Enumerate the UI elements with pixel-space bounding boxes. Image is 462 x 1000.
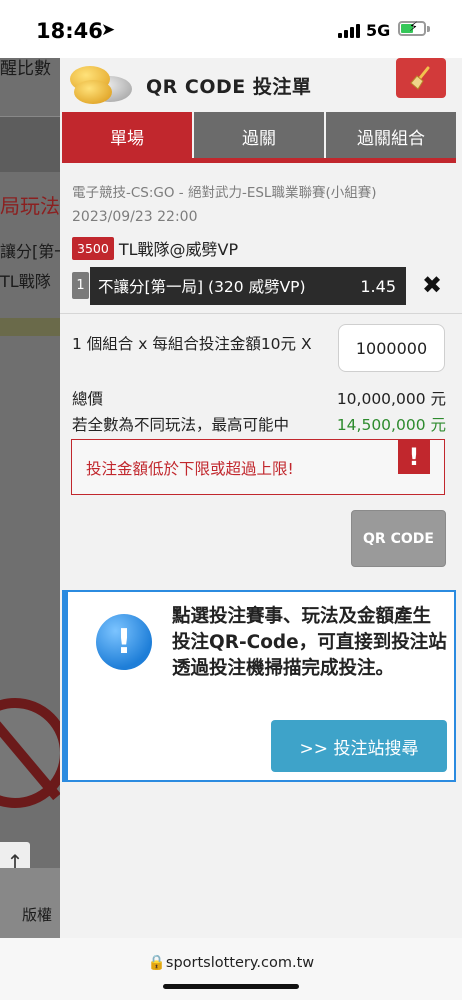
url-text: sportslottery.com.tw: [165, 955, 315, 971]
tab-parlay-combo[interactable]: 過關組合: [326, 112, 456, 160]
bg-text-4: TL戰隊: [0, 272, 51, 291]
match-code-badge: 3500: [72, 236, 114, 260]
url-bar[interactable]: 🔒sportslottery.com.tw: [0, 954, 462, 971]
match-row: 3500 TL戰隊@威劈VP: [72, 235, 238, 261]
pick-selection: 不讓分[第一局] (320 威劈VP) 1.45: [90, 267, 406, 305]
bg-text-3: 讓分[第一: [0, 242, 60, 261]
info-exclamation-icon: !: [96, 614, 152, 670]
broom-icon: [410, 66, 430, 90]
total-label: 總價: [72, 390, 104, 408]
bg-footer-text: 版權: [22, 906, 53, 924]
event-title: 電子競技-CS:GO - 絕對武力-ESL職業聯賽(小組賽): [72, 185, 377, 201]
info-text: 點選投注賽事、玩法及金額產生投注QR-Code，可直接到投注站透過投注機掃描完成…: [172, 606, 447, 679]
coins-icon: [70, 62, 136, 104]
qr-bet-slip-panel: QR CODE 投注單 單場 過關 過關組合 電子競技-CS:GO - 絕對武力…: [60, 58, 462, 938]
info-box: ! 點選投注賽事、玩法及金額產生投注QR-Code，可直接到投注站透過投注機掃描…: [62, 590, 456, 782]
home-indicator[interactable]: [163, 984, 299, 989]
lock-icon: 🔒: [147, 955, 166, 971]
max-win-label: 若全數為不同玩法，最高可能中: [72, 416, 290, 434]
combo-description: 1 個組合 x 每組合投注金額10元 X: [72, 335, 312, 353]
prohibition-sign-icon: [0, 698, 60, 808]
bet-type-tabs: 單場 過關 過關組合: [62, 112, 456, 160]
battery-icon: ⚡: [398, 20, 426, 36]
total-value: 10,000,000 元: [336, 390, 446, 408]
max-win-value: 14,500,000 元: [336, 416, 446, 434]
pick-odds: 1.45: [360, 276, 396, 296]
network-type: 5G: [366, 21, 391, 40]
tab-single[interactable]: 單場: [62, 112, 194, 160]
match-name: TL戰隊@威劈VP: [118, 240, 239, 259]
qr-code-button[interactable]: QR CODE: [351, 510, 446, 567]
station-search-button[interactable]: >> 投注站搜尋: [271, 720, 447, 772]
clear-broom-button[interactable]: [396, 58, 446, 98]
stake-error-box: 投注金額低於下限或超過上限! !: [71, 439, 445, 495]
background-page: 醒比數 局玩法 讓分[第一 TL戰隊 ↑ 版權: [0, 58, 60, 938]
remove-pick-close-icon[interactable]: ✖: [418, 271, 446, 299]
stake-amount-input[interactable]: [338, 324, 445, 372]
bet-selection: 電子競技-CS:GO - 絕對武力-ESL職業聯賽(小組賽) 2023/09/2…: [60, 163, 462, 313]
status-time: 18:46: [36, 19, 103, 43]
tab-parlay[interactable]: 過關: [194, 112, 326, 160]
event-date: 2023/09/23 22:00: [72, 209, 198, 225]
stake-section: 1 個組合 x 每組合投注金額10元 X 總價 10,000,000 元 若全數…: [60, 314, 462, 584]
pick-description: 不讓分[第一局] (320 威劈VP): [98, 278, 306, 296]
cellular-signal-icon: [338, 24, 360, 38]
browser-bar: 🔒sportslottery.com.tw: [0, 938, 462, 1000]
panel-title: QR CODE 投注單: [146, 76, 312, 98]
status-bar: 18:46 ➤ 5G ⚡: [0, 0, 462, 58]
location-arrow-icon: ➤: [101, 20, 116, 40]
pick-index: 1: [72, 272, 89, 299]
stake-error-text: 投注金額低於下限或超過上限!: [86, 460, 294, 478]
panel-header: QR CODE 投注單: [60, 58, 462, 110]
exclamation-icon: !: [398, 440, 430, 474]
bg-text-2: 局玩法: [0, 194, 60, 218]
bg-text-1: 醒比數: [0, 59, 51, 79]
